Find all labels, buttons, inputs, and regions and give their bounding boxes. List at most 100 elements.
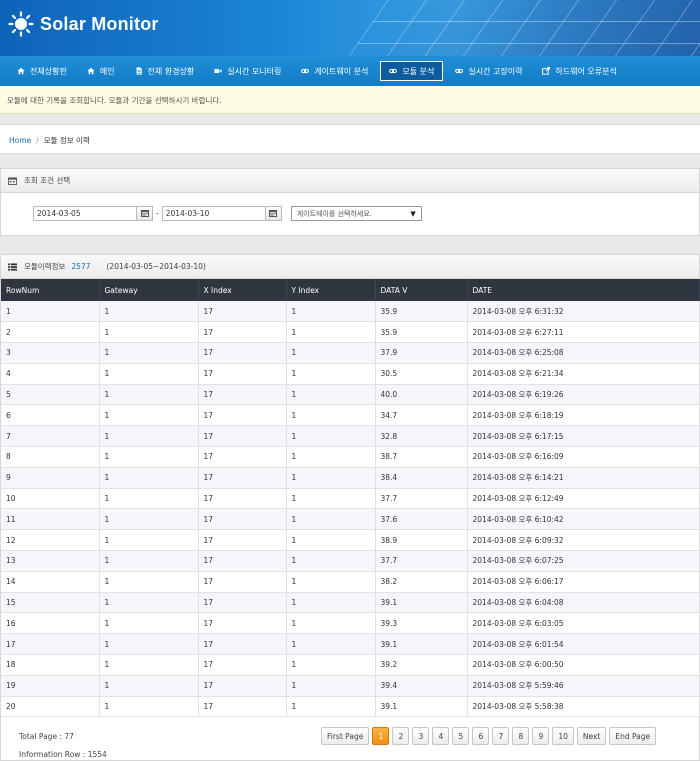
table-row[interactable]: 20 1 17 1 39.1 2014-03-08 오후 5:58:38 <box>1 696 700 718</box>
table-cell: 1 <box>99 488 199 510</box>
column-header-y-index[interactable]: Y Index <box>286 279 376 301</box>
gateway-select[interactable]: 게이트웨이를 선택하세요. ▼ <box>290 206 422 221</box>
nav-item-fault-history[interactable]: 실시간 고장이력 <box>447 61 530 81</box>
nav-item-module-analysis[interactable]: 모듈 분석 <box>380 61 444 81</box>
calendar-icon <box>269 210 278 217</box>
date-range-separator: - <box>156 209 159 218</box>
page-button[interactable]: 10 <box>552 727 574 745</box>
page-button[interactable]: 1 <box>372 727 390 745</box>
table-cell: 19 <box>1 675 100 697</box>
table-row[interactable]: 16 1 17 1 39.3 2014-03-08 오후 6:03:05 <box>1 612 700 635</box>
end-page-button[interactable]: End Page <box>609 727 657 745</box>
video-icon <box>214 69 222 73</box>
nav-item-main[interactable]: 메인 <box>79 61 123 81</box>
table-row[interactable]: 14 1 17 1 38.2 2014-03-08 오후 6:06:17 <box>1 571 700 593</box>
table-row[interactable]: 15 1 17 1 39.1 2014-03-08 오후 6:04:08 <box>1 592 700 614</box>
breadcrumb-home-link[interactable]: Home <box>9 136 31 145</box>
column-header-data-v[interactable]: DATA V <box>375 279 468 301</box>
table-cell: 1 <box>286 633 376 656</box>
page-button[interactable]: 3 <box>412 727 430 745</box>
table-cell: 17 <box>198 363 287 385</box>
page-button[interactable]: 4 <box>432 727 450 745</box>
table-cell: 17 <box>198 612 287 635</box>
table-cell: 1 <box>286 696 376 718</box>
notice-text: 모듈에 대한 기록을 조회합니다. 모듈과 기간을 선택하시기 바랍니다. <box>7 96 222 105</box>
table-cell: 15 <box>1 592 100 614</box>
column-header-gateway[interactable]: Gateway <box>99 279 199 301</box>
nav-item-realtime-monitoring[interactable]: 실시간 모니터링 <box>206 61 289 81</box>
nav-item-hardware-error[interactable]: 하드웨어 오류분석 <box>534 61 624 81</box>
table-cell: 1 <box>99 654 199 676</box>
table-footer: Total Page : 77 Information Row : 1554 F… <box>1 724 699 761</box>
table-row[interactable]: 18 1 17 1 39.2 2014-03-08 오후 6:00:50 <box>1 654 700 676</box>
nav-item-gateway-analysis[interactable]: 게이트웨이 분석 <box>293 61 376 81</box>
page-button[interactable]: 7 <box>492 727 510 745</box>
nav-item-label: 전체 환경상황 <box>147 66 195 76</box>
app-logo[interactable]: Solar Monitor <box>8 11 159 37</box>
table-row[interactable]: 5 1 17 1 40.0 2014-03-08 오후 6:19:26 <box>1 384 700 406</box>
end-date-input[interactable]: 2014-03-10 <box>161 206 266 221</box>
start-date-calendar-button[interactable] <box>137 206 153 221</box>
table-cell: 14 <box>1 571 100 593</box>
page-button[interactable]: 8 <box>512 727 530 745</box>
page-button[interactable]: 5 <box>452 727 470 745</box>
table-row[interactable]: 12 1 17 1 38.9 2014-03-08 오후 6:09:32 <box>1 529 700 552</box>
table-cell: 2014-03-08 오후 6:16:09 <box>467 446 700 468</box>
table-row[interactable]: 1 1 17 1 35.9 2014-03-08 오후 6:31:32 <box>1 301 700 323</box>
table-row[interactable]: 9 1 17 1 38.4 2014-03-08 오후 6:14:21 <box>1 467 700 489</box>
nav-item-label: 메인 <box>99 66 115 76</box>
page-button[interactable]: 2 <box>392 727 410 745</box>
first-page-button[interactable]: First Page <box>321 727 370 745</box>
column-header-date[interactable]: DATE <box>467 279 700 301</box>
table-row[interactable]: 6 1 17 1 34.7 2014-03-08 오후 6:18:19 <box>1 404 700 427</box>
table-header-row: RowNum Gateway X Index Y Index DATA V DA… <box>1 279 700 301</box>
nav-item-environment[interactable]: 전체 환경상황 <box>127 61 203 81</box>
nav-item-label: 게이트웨이 분석 <box>314 66 369 76</box>
page-button[interactable]: 6 <box>472 727 490 745</box>
table-cell: 37.9 <box>375 342 468 364</box>
table-row[interactable]: 10 1 17 1 37.7 2014-03-08 오후 6:12:49 <box>1 488 700 510</box>
table-row[interactable]: 3 1 17 1 37.9 2014-03-08 오후 6:25:08 <box>1 342 700 364</box>
nav-item-label: 전체상황판 <box>30 66 67 76</box>
page-number-group: 1 2 3 4 5 6 7 8 9 10 <box>372 727 577 745</box>
table-row[interactable]: 8 1 17 1 38.7 2014-03-08 오후 6:16:09 <box>1 446 700 468</box>
nav-item-overview[interactable]: 전체상황판 <box>9 61 75 81</box>
table-row[interactable]: 17 1 17 1 39.1 2014-03-08 오후 6:01:54 <box>1 633 700 656</box>
table-cell: 2014-03-08 오후 6:00:50 <box>467 654 700 676</box>
table-cell: 1 <box>286 342 376 364</box>
table-cell: 17 <box>198 425 287 448</box>
table-cell: 35.9 <box>375 321 468 344</box>
table-row[interactable]: 13 1 17 1 37.7 2014-03-08 오후 6:07:25 <box>1 550 700 572</box>
filter-panel-title: 조회 조건 선택 <box>24 176 71 185</box>
table-row[interactable]: 19 1 17 1 39.4 2014-03-08 오후 5:59:46 <box>1 675 700 697</box>
next-page-button[interactable]: Next <box>576 727 607 745</box>
page-button[interactable]: 9 <box>532 727 550 745</box>
table-cell: 17 <box>198 550 287 572</box>
table-cell: 13 <box>1 550 100 572</box>
table-cell: 3 <box>1 342 100 364</box>
table-cell: 38.4 <box>375 467 468 489</box>
table-cell: 37.7 <box>375 550 468 572</box>
start-date-input[interactable]: 2014-03-05 <box>33 206 137 221</box>
table-row[interactable]: 11 1 17 1 37.6 2014-03-08 오후 6:10:42 <box>1 508 700 531</box>
gateway-select-value: 게이트웨이를 선택하세요. <box>296 209 373 218</box>
table-row[interactable]: 7 1 17 1 32.8 2014-03-08 오후 6:17:15 <box>1 425 700 448</box>
column-header-x-index[interactable]: X Index <box>198 279 287 301</box>
table-row[interactable]: 4 1 17 1 30.5 2014-03-08 오후 6:21:34 <box>1 363 700 385</box>
table-cell: 17 <box>198 342 287 364</box>
end-date-calendar-button[interactable] <box>265 206 282 221</box>
table-row[interactable]: 2 1 17 1 35.9 2014-03-08 오후 6:27:11 <box>1 321 700 344</box>
table-cell: 1 <box>286 612 376 635</box>
table-cell: 2014-03-08 오후 6:19:26 <box>467 384 700 406</box>
table-cell: 39.1 <box>375 633 468 656</box>
information-row-text: Information Row : 1554 <box>19 750 107 759</box>
table-cell: 2014-03-08 오후 6:31:32 <box>467 301 700 323</box>
column-header-rownum[interactable]: RowNum <box>1 279 100 301</box>
link-icon <box>389 68 398 74</box>
table-cell: 2014-03-08 오후 6:03:05 <box>467 612 700 635</box>
table-cell: 2014-03-08 오후 6:01:54 <box>467 633 700 656</box>
table-cell: 17 <box>198 654 287 676</box>
table-cell: 12 <box>1 529 100 552</box>
list-icon <box>8 262 17 271</box>
home-icon <box>17 67 25 75</box>
